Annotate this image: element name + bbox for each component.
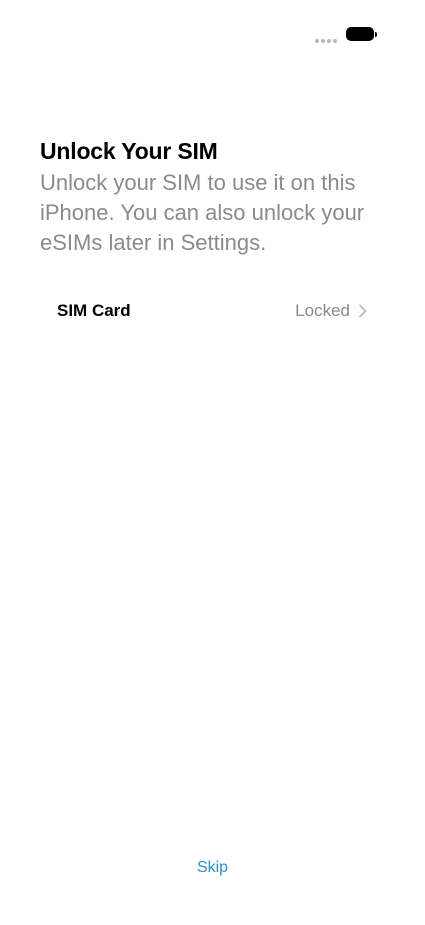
battery-icon (346, 27, 377, 41)
sim-card-row[interactable]: SIM Card Locked (40, 290, 385, 332)
sim-card-status-group: Locked (295, 301, 368, 321)
sim-card-label: SIM Card (57, 301, 131, 320)
page-title: Unlock Your SIM (40, 138, 218, 164)
sim-card-status: Locked (295, 301, 350, 320)
status-bar (0, 0, 425, 60)
signal-dots-icon (315, 39, 337, 43)
page-subtitle: Unlock your SIM to use it on this iPhone… (40, 170, 365, 255)
skip-button[interactable]: Skip (173, 857, 253, 879)
chevron-right-icon (359, 304, 367, 318)
